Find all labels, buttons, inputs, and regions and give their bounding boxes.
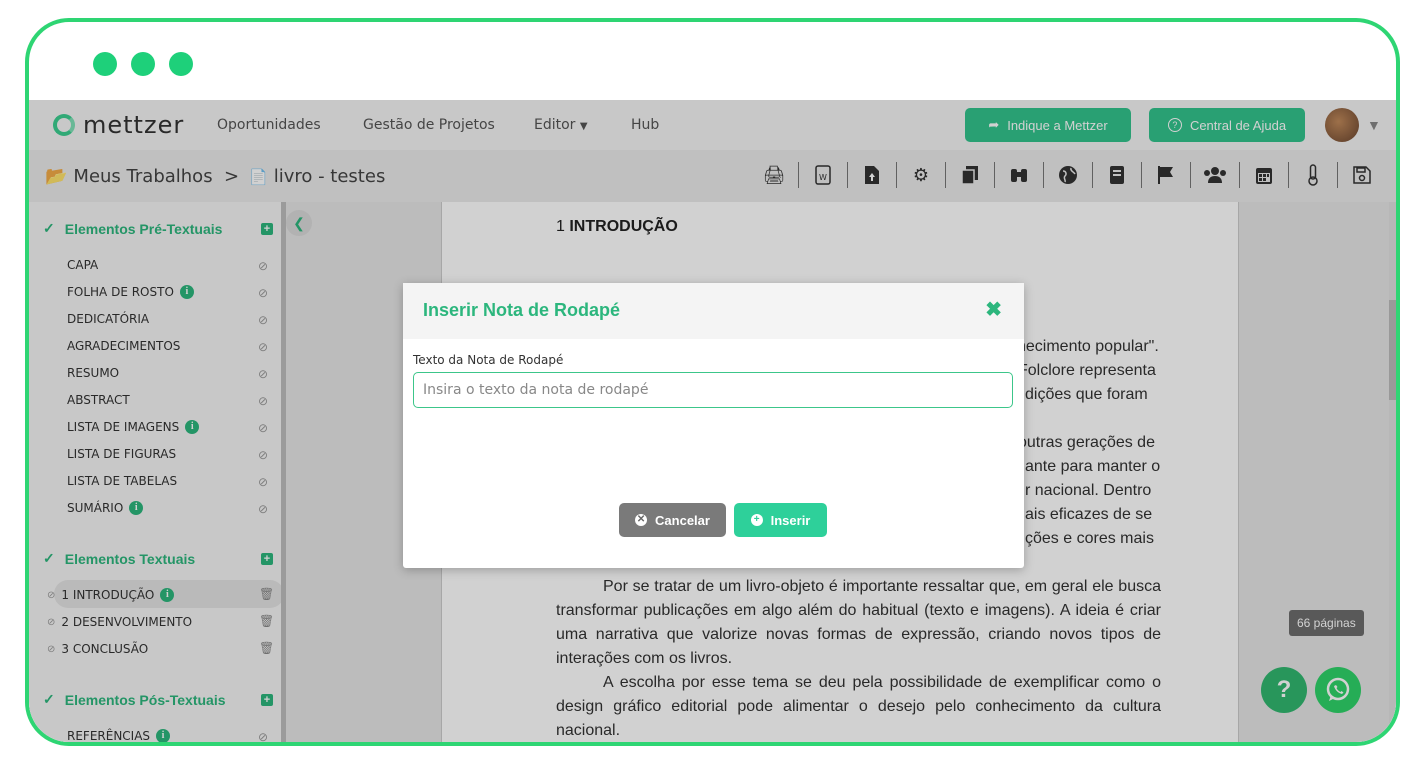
modal-header: Inserir Nota de Rodapé ✖	[403, 283, 1024, 339]
window-dot-2[interactable]	[131, 52, 155, 76]
plus-circle-icon: +	[750, 514, 763, 526]
close-icon[interactable]: ✖	[985, 297, 1002, 322]
window-controls	[93, 52, 193, 76]
window-frame: mettzer Oportunidades Gestão de Projetos…	[25, 18, 1400, 746]
footnote-modal: Inserir Nota de Rodapé ✖ Texto da Nota d…	[403, 283, 1024, 568]
window-dot-3[interactable]	[169, 52, 193, 76]
modal-title: Inserir Nota de Rodapé	[423, 300, 621, 320]
cancel-label: Cancelar	[655, 512, 710, 528]
window-dot-1[interactable]	[93, 52, 117, 76]
footnote-input[interactable]	[413, 372, 1013, 408]
times-circle-icon: ✕	[635, 514, 648, 526]
insert-button[interactable]: + Inserir	[734, 503, 827, 537]
cancel-button[interactable]: ✕ Cancelar	[619, 503, 726, 537]
insert-label: Inserir	[770, 512, 811, 528]
app: mettzer Oportunidades Gestão de Projetos…	[29, 100, 1396, 742]
footnote-label: Texto da Nota de Rodapé	[413, 353, 564, 367]
